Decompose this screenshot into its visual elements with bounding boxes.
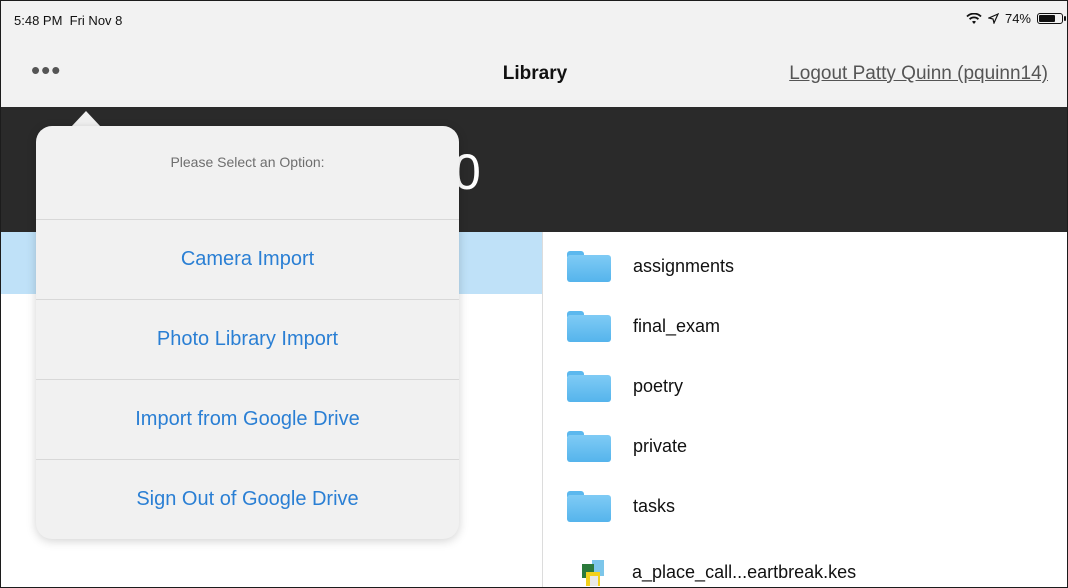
battery-level [1039,15,1055,22]
file-name: tasks [633,495,676,516]
folder-icon [567,490,611,522]
status-date: Fri Nov 8 [69,13,123,28]
wifi-icon [966,12,982,24]
navigation-bar: ••• Library Logout Patty Quinn (pquinn14… [1,35,1067,107]
status-indicators: 74% [966,11,1066,26]
battery-percent: 74% [1004,11,1031,26]
popover-arrow [71,111,101,127]
status-time-date: 5:48 PM Fri Nov 8 [14,13,122,28]
camera-import-button[interactable]: Camera Import [36,219,459,299]
list-item[interactable]: poetry [543,356,1067,416]
folder-icon [567,370,611,402]
kes-file-icon [580,556,606,587]
folder-icon [567,250,611,282]
app-window: 5:48 PM Fri Nov 8 74% ••• Library Logout… [0,0,1068,588]
sign-out-google-drive-button[interactable]: Sign Out of Google Drive [36,459,459,539]
popover-title: Please Select an Option: [170,154,325,170]
options-popover: Please Select an Option: Camera Import P… [36,126,459,539]
list-item[interactable]: a_place_call...eartbreak.kes [543,542,1067,587]
status-bar: 5:48 PM Fri Nov 8 74% [1,1,1067,35]
logout-link[interactable]: Logout Patty Quinn (pquinn14) [789,63,1048,85]
import-google-drive-button[interactable]: Import from Google Drive [36,379,459,459]
folder-icon [567,310,611,342]
list-item[interactable]: assignments [543,236,1067,296]
photo-library-import-button[interactable]: Photo Library Import [36,299,459,379]
list-item[interactable]: tasks [543,476,1067,536]
file-name: final_exam [633,315,721,336]
list-item[interactable]: final_exam [543,296,1067,356]
list-item[interactable]: private [543,416,1067,476]
location-arrow-icon [987,13,999,24]
file-name: poetry [633,375,684,396]
battery-icon [1037,13,1066,24]
file-name: assignments [633,255,735,276]
file-list: assignments final_exam poetry private ta… [543,232,1067,587]
ellipsis-icon[interactable]: ••• [31,57,61,83]
file-name: private [633,435,688,456]
file-name: a_place_call...eartbreak.kes [632,561,857,582]
folder-icon [567,430,611,462]
status-time: 5:48 PM [14,13,63,28]
